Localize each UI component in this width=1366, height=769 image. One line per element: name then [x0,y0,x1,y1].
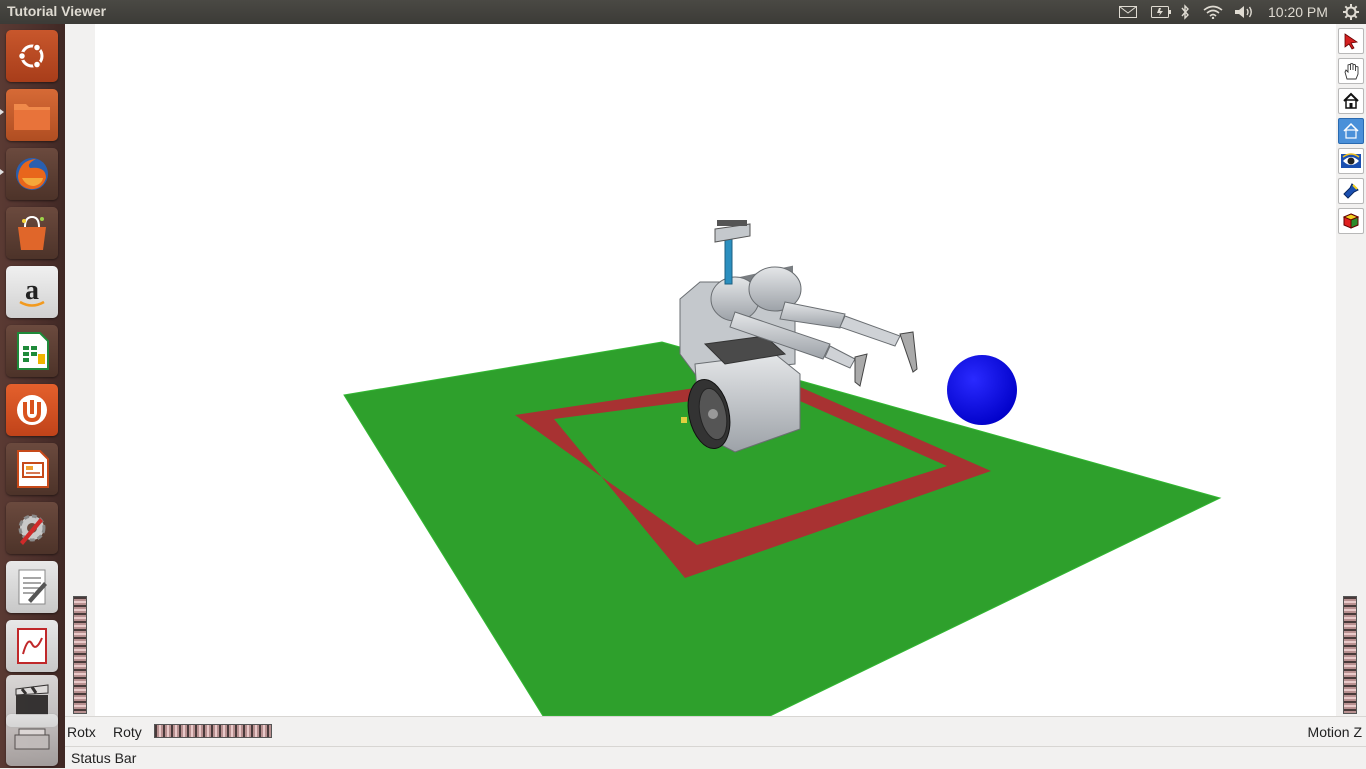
mail-icon[interactable] [1118,2,1138,22]
wifi-icon[interactable] [1201,2,1225,22]
status-text: Status Bar [71,750,137,766]
view-all-eye-icon[interactable] [1338,148,1364,174]
projection-cube-icon[interactable] [1338,208,1364,234]
firefox-icon[interactable] [6,148,58,200]
window-title: Tutorial Viewer [7,3,107,19]
software-center-icon[interactable] [6,207,58,259]
volume-icon[interactable] [1233,2,1255,22]
pan-hand-icon[interactable] [1338,58,1364,84]
home-icon[interactable] [1338,88,1364,114]
text-editor-icon[interactable] [6,561,58,613]
running-indicator [0,109,4,115]
files-icon[interactable] [6,89,58,141]
battery-icon[interactable] [1150,2,1172,22]
roty-label: Roty [113,724,142,740]
zoom-label: Motion Z [1307,724,1362,740]
status-bar: Status Bar [65,746,1366,769]
system-settings-icon[interactable] [6,502,58,554]
clock[interactable]: 10:20 PM [1268,4,1328,20]
blue-ball [947,355,1017,425]
3d-viewport[interactable] [95,24,1336,717]
top-panel: Tutorial Viewer 10:20 PM [0,0,1366,24]
select-arrow-icon[interactable] [1338,28,1364,54]
calc-spreadsheet-icon[interactable] [6,325,58,377]
launcher: a [0,24,66,768]
zoom-thumbwheel[interactable] [1343,596,1357,714]
pdf-viewer-icon[interactable] [6,620,58,672]
thumbwheel-bar: Rotx Roty Motion Z [65,716,1366,747]
rotx-label: Rotx [67,724,96,740]
ubuntu-one-icon[interactable] [6,384,58,436]
rotx-thumbwheel[interactable] [73,596,87,714]
viewer-toolbar [1336,24,1366,716]
bluetooth-icon[interactable] [1178,2,1192,22]
seek-flashlight-icon[interactable] [1338,178,1364,204]
ubuntu-dash-icon[interactable] [6,30,58,82]
amazon-icon[interactable]: a [6,266,58,318]
scanner-icon[interactable] [6,714,58,766]
set-home-icon[interactable] [1338,118,1364,144]
running-indicator [0,169,4,175]
scene-canvas[interactable] [95,24,1336,717]
svg-text:a: a [25,275,39,306]
impress-presentation-icon[interactable] [6,443,58,495]
gear-icon[interactable] [1340,2,1362,22]
left-thumbwheel-panel [65,24,95,716]
roty-thumbwheel[interactable] [154,724,272,738]
